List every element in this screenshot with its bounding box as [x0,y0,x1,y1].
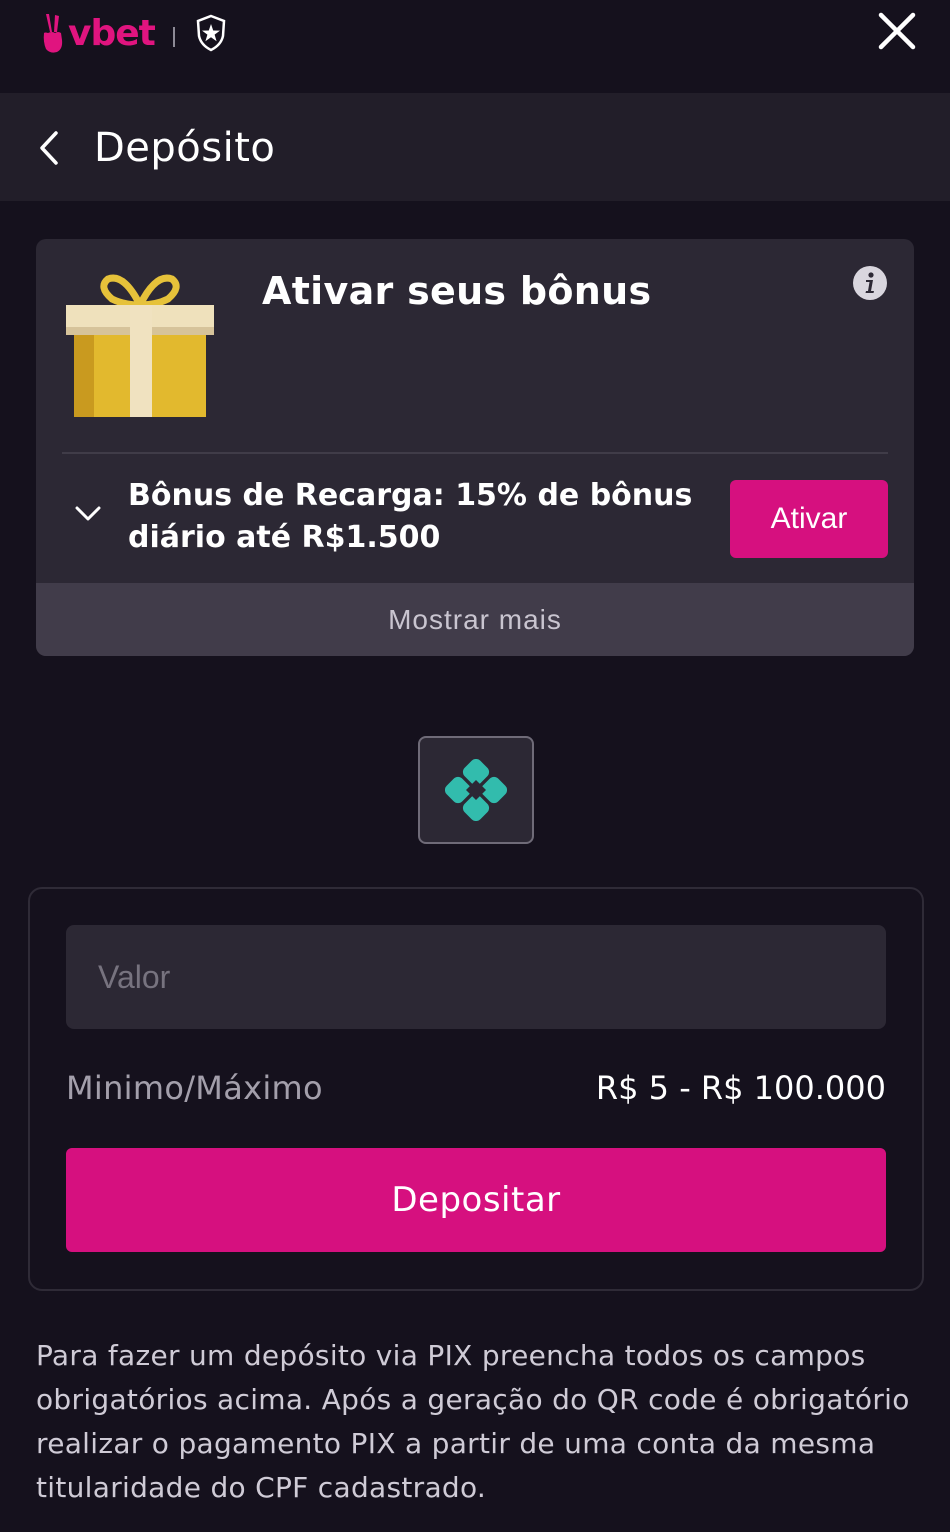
logo-divider [172,27,175,47]
brand-logo[interactable]: vbet [40,10,227,56]
amount-input[interactable] [66,925,886,1029]
gift-icon [66,274,214,417]
payment-method-pix[interactable] [418,736,534,844]
info-icon[interactable] [852,265,888,301]
shield-star-icon [196,14,226,52]
deposit-button[interactable]: Depositar [66,1148,886,1252]
top-bar: vbet [0,0,950,93]
bonus-description: Bônus de Recarga: 15% de bônus diário at… [128,478,693,555]
show-more-button[interactable]: Mostrar mais [36,583,914,656]
page-title: Depósito [94,125,276,171]
logo-wordmark: vbet [68,12,156,54]
bonus-card: Ativar seus bônus Bônus de Recarga: 15% … [36,239,914,656]
bonus-title: Ativar seus bônus [262,269,652,313]
deposit-form: Minimo/Máximo R$ 5 - R$ 100.000 Deposita… [28,887,924,1291]
chevron-down-icon[interactable] [74,505,102,523]
pix-icon [445,759,507,821]
close-icon[interactable] [878,12,916,50]
limits-value: R$ 5 - R$ 100.000 [595,1069,886,1107]
victory-hand-icon [43,14,63,53]
activate-bonus-button[interactable]: Ativar [730,480,888,558]
chevron-left-icon[interactable] [36,130,64,166]
deposit-instructions: Para fazer um depósito via PIX preencha … [36,1339,910,1504]
card-divider [62,452,888,454]
limits-label: Minimo/Máximo [66,1069,323,1107]
